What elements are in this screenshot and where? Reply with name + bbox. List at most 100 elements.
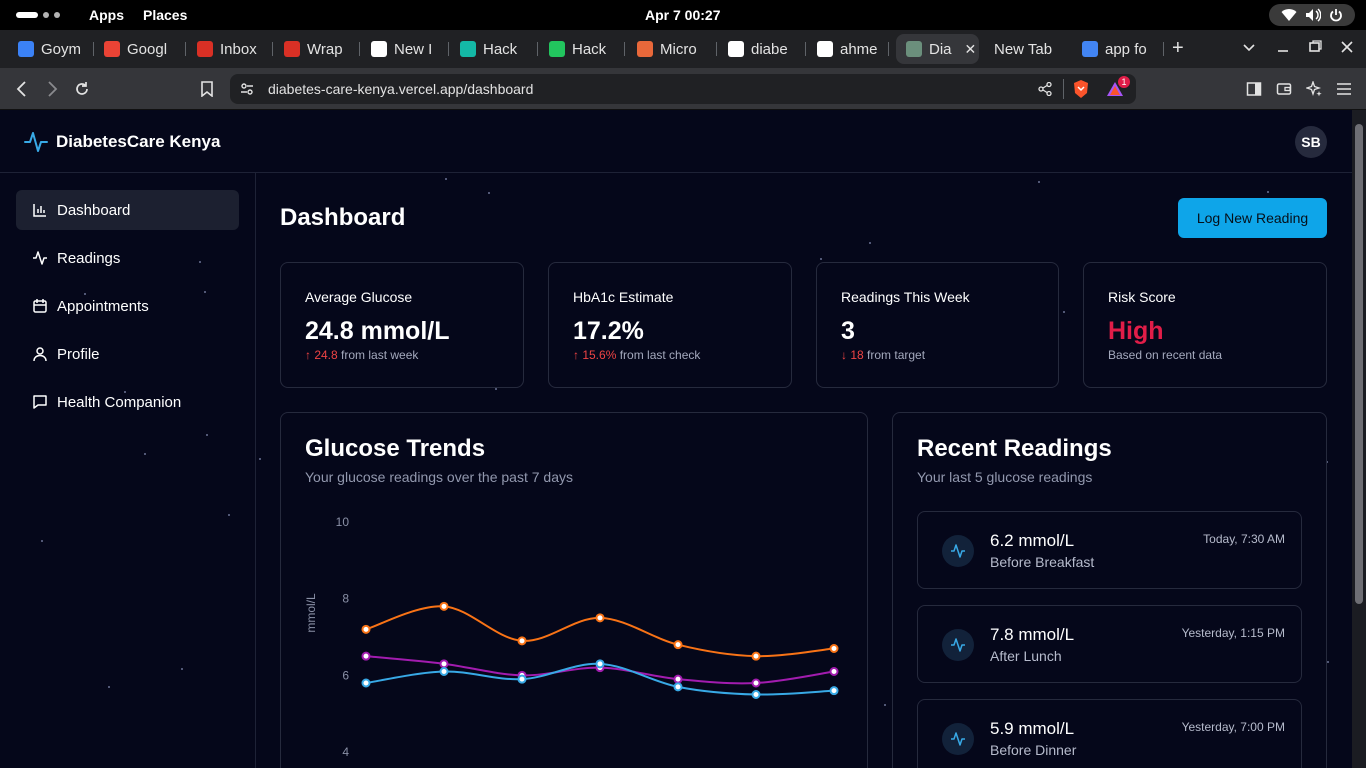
tab-separator (805, 42, 806, 56)
data-point[interactable] (673, 674, 683, 684)
star-dot (1063, 311, 1065, 313)
maximize-icon[interactable] (1308, 40, 1322, 58)
browser-tab[interactable]: ahme (813, 34, 889, 64)
data-point[interactable] (439, 667, 449, 676)
browser-tab[interactable]: Dia ✕ (896, 34, 979, 64)
sidebar-item-dashboard[interactable]: Dashboard (16, 190, 239, 230)
brave-shields-icon[interactable] (1072, 79, 1090, 104)
sidebar-item-appointments[interactable]: Appointments (16, 286, 239, 326)
log-new-reading-button[interactable]: Log New Reading (1178, 198, 1327, 238)
omnibox-divider (1063, 79, 1064, 99)
sidebar-item-readings[interactable]: Readings (16, 238, 239, 278)
browser-toolbar: diabetes-care-kenya.vercel.app/dashboard… (0, 68, 1366, 110)
tab-separator (1163, 42, 1164, 56)
clock[interactable]: Apr 7 00:27 (645, 7, 720, 23)
browser-tab[interactable]: New Tab (990, 34, 1070, 64)
activity-icon (951, 544, 965, 558)
tab-favicon-icon (637, 41, 653, 57)
tab-label: diabe (751, 40, 788, 58)
window-close-icon[interactable] (1340, 40, 1354, 58)
url-text[interactable]: diabetes-care-kenya.vercel.app/dashboard (268, 81, 533, 97)
wallet-icon[interactable] (1274, 79, 1294, 99)
page-scrollbar[interactable] (1352, 110, 1366, 768)
data-point[interactable] (751, 690, 761, 699)
star-dot (1038, 181, 1040, 183)
tab-favicon-icon (197, 41, 213, 57)
reading-icon-badge (942, 535, 974, 567)
data-point[interactable] (517, 674, 527, 684)
data-point[interactable] (829, 667, 839, 676)
activity-icon (33, 251, 47, 265)
browser-tab[interactable]: Hack (545, 34, 625, 64)
wifi-icon (1281, 9, 1297, 21)
tab-separator (716, 42, 717, 56)
bookmark-icon[interactable] (197, 79, 217, 99)
tab-separator (272, 42, 273, 56)
page-title: Dashboard (280, 204, 406, 231)
data-point[interactable] (673, 640, 683, 650)
browser-tab[interactable]: diabe (724, 34, 806, 64)
tab-separator (888, 42, 889, 56)
reading-item[interactable]: 7.8 mmol/L After Lunch Yesterday, 1:15 P… (917, 605, 1302, 683)
data-point[interactable] (361, 651, 371, 661)
system-menu[interactable] (1269, 4, 1355, 26)
tab-label: New I (394, 40, 433, 58)
data-point[interactable] (595, 659, 605, 669)
tab-separator (359, 42, 360, 56)
reading-note: Before Breakfast (990, 554, 1095, 570)
reading-item[interactable]: 5.9 mmol/L Before Dinner Yesterday, 7:00… (917, 699, 1302, 768)
sidebar-item-health-companion[interactable]: Health Companion (16, 382, 239, 422)
star-dot (820, 258, 822, 260)
browser-tab[interactable]: app fo (1078, 34, 1164, 64)
sidebar-item-profile[interactable]: Profile (16, 334, 239, 374)
sidebar-toggle-icon[interactable] (1244, 79, 1264, 99)
forward-icon[interactable] (42, 79, 62, 99)
workspace-indicator[interactable] (16, 12, 60, 18)
data-point[interactable] (361, 678, 371, 688)
data-point[interactable] (595, 613, 605, 623)
reload-icon[interactable] (72, 79, 92, 99)
data-point[interactable] (439, 659, 449, 669)
stat-delta: ↑ 24.8 (305, 348, 338, 362)
browser-tab[interactable]: Micro (633, 34, 717, 64)
data-point[interactable] (751, 678, 761, 688)
browser-tab[interactable]: Hack (456, 34, 538, 64)
browser-tab[interactable]: Inbox (193, 34, 273, 64)
y-tick-label: 4 (342, 745, 349, 759)
places-menu[interactable]: Places (143, 7, 187, 23)
reading-time: Yesterday, 7:00 PM (1181, 720, 1285, 734)
address-bar[interactable]: diabetes-care-kenya.vercel.app/dashboard… (230, 74, 1136, 104)
tab-search-chevron-icon[interactable] (1242, 40, 1256, 58)
data-point[interactable] (517, 636, 527, 646)
share-icon[interactable] (1038, 81, 1052, 101)
data-point[interactable] (673, 682, 683, 692)
apps-menu[interactable]: Apps (89, 7, 124, 23)
new-tab-button[interactable]: + (1172, 37, 1184, 60)
back-icon[interactable] (12, 79, 32, 99)
star-dot (445, 178, 447, 180)
browser-tab[interactable]: Goym (14, 34, 94, 64)
site-info-icon[interactable] (240, 82, 254, 101)
data-point[interactable] (751, 651, 761, 661)
data-point[interactable] (439, 601, 449, 611)
browser-tab-strip: Goym Googl Inbox Wrap New I Hack Hack Micro diab… (0, 30, 1366, 68)
tab-close-icon[interactable]: ✕ (965, 41, 977, 58)
data-point[interactable] (361, 624, 371, 634)
browser-tab[interactable]: Googl (100, 34, 186, 64)
reading-value: 5.9 mmol/L (990, 719, 1075, 738)
browser-tab[interactable]: New I (367, 34, 449, 64)
data-point[interactable] (829, 644, 839, 653)
browser-tab[interactable]: Wrap (280, 34, 360, 64)
avatar[interactable]: SB (1295, 126, 1327, 158)
reading-item[interactable]: 6.2 mmol/L Before Breakfast Today, 7:30 … (917, 511, 1302, 589)
brand-name: DiabetesCare Kenya (56, 132, 221, 151)
stat-card-average-glucose: Average Glucose 24.8 mmol/L ↑ 24.8 from … (280, 262, 524, 388)
data-point[interactable] (829, 686, 839, 696)
leo-ai-icon[interactable] (1304, 79, 1324, 99)
menu-icon[interactable] (1334, 79, 1354, 99)
brand[interactable]: DiabetesCare Kenya (24, 130, 220, 154)
stat-card-risk-score: Risk Score High Based on recent data (1083, 262, 1327, 388)
minimize-icon[interactable] (1276, 40, 1290, 58)
scrollbar-thumb[interactable] (1355, 124, 1363, 604)
sidebar: Dashboard Readings Appointments Profile … (0, 173, 256, 768)
